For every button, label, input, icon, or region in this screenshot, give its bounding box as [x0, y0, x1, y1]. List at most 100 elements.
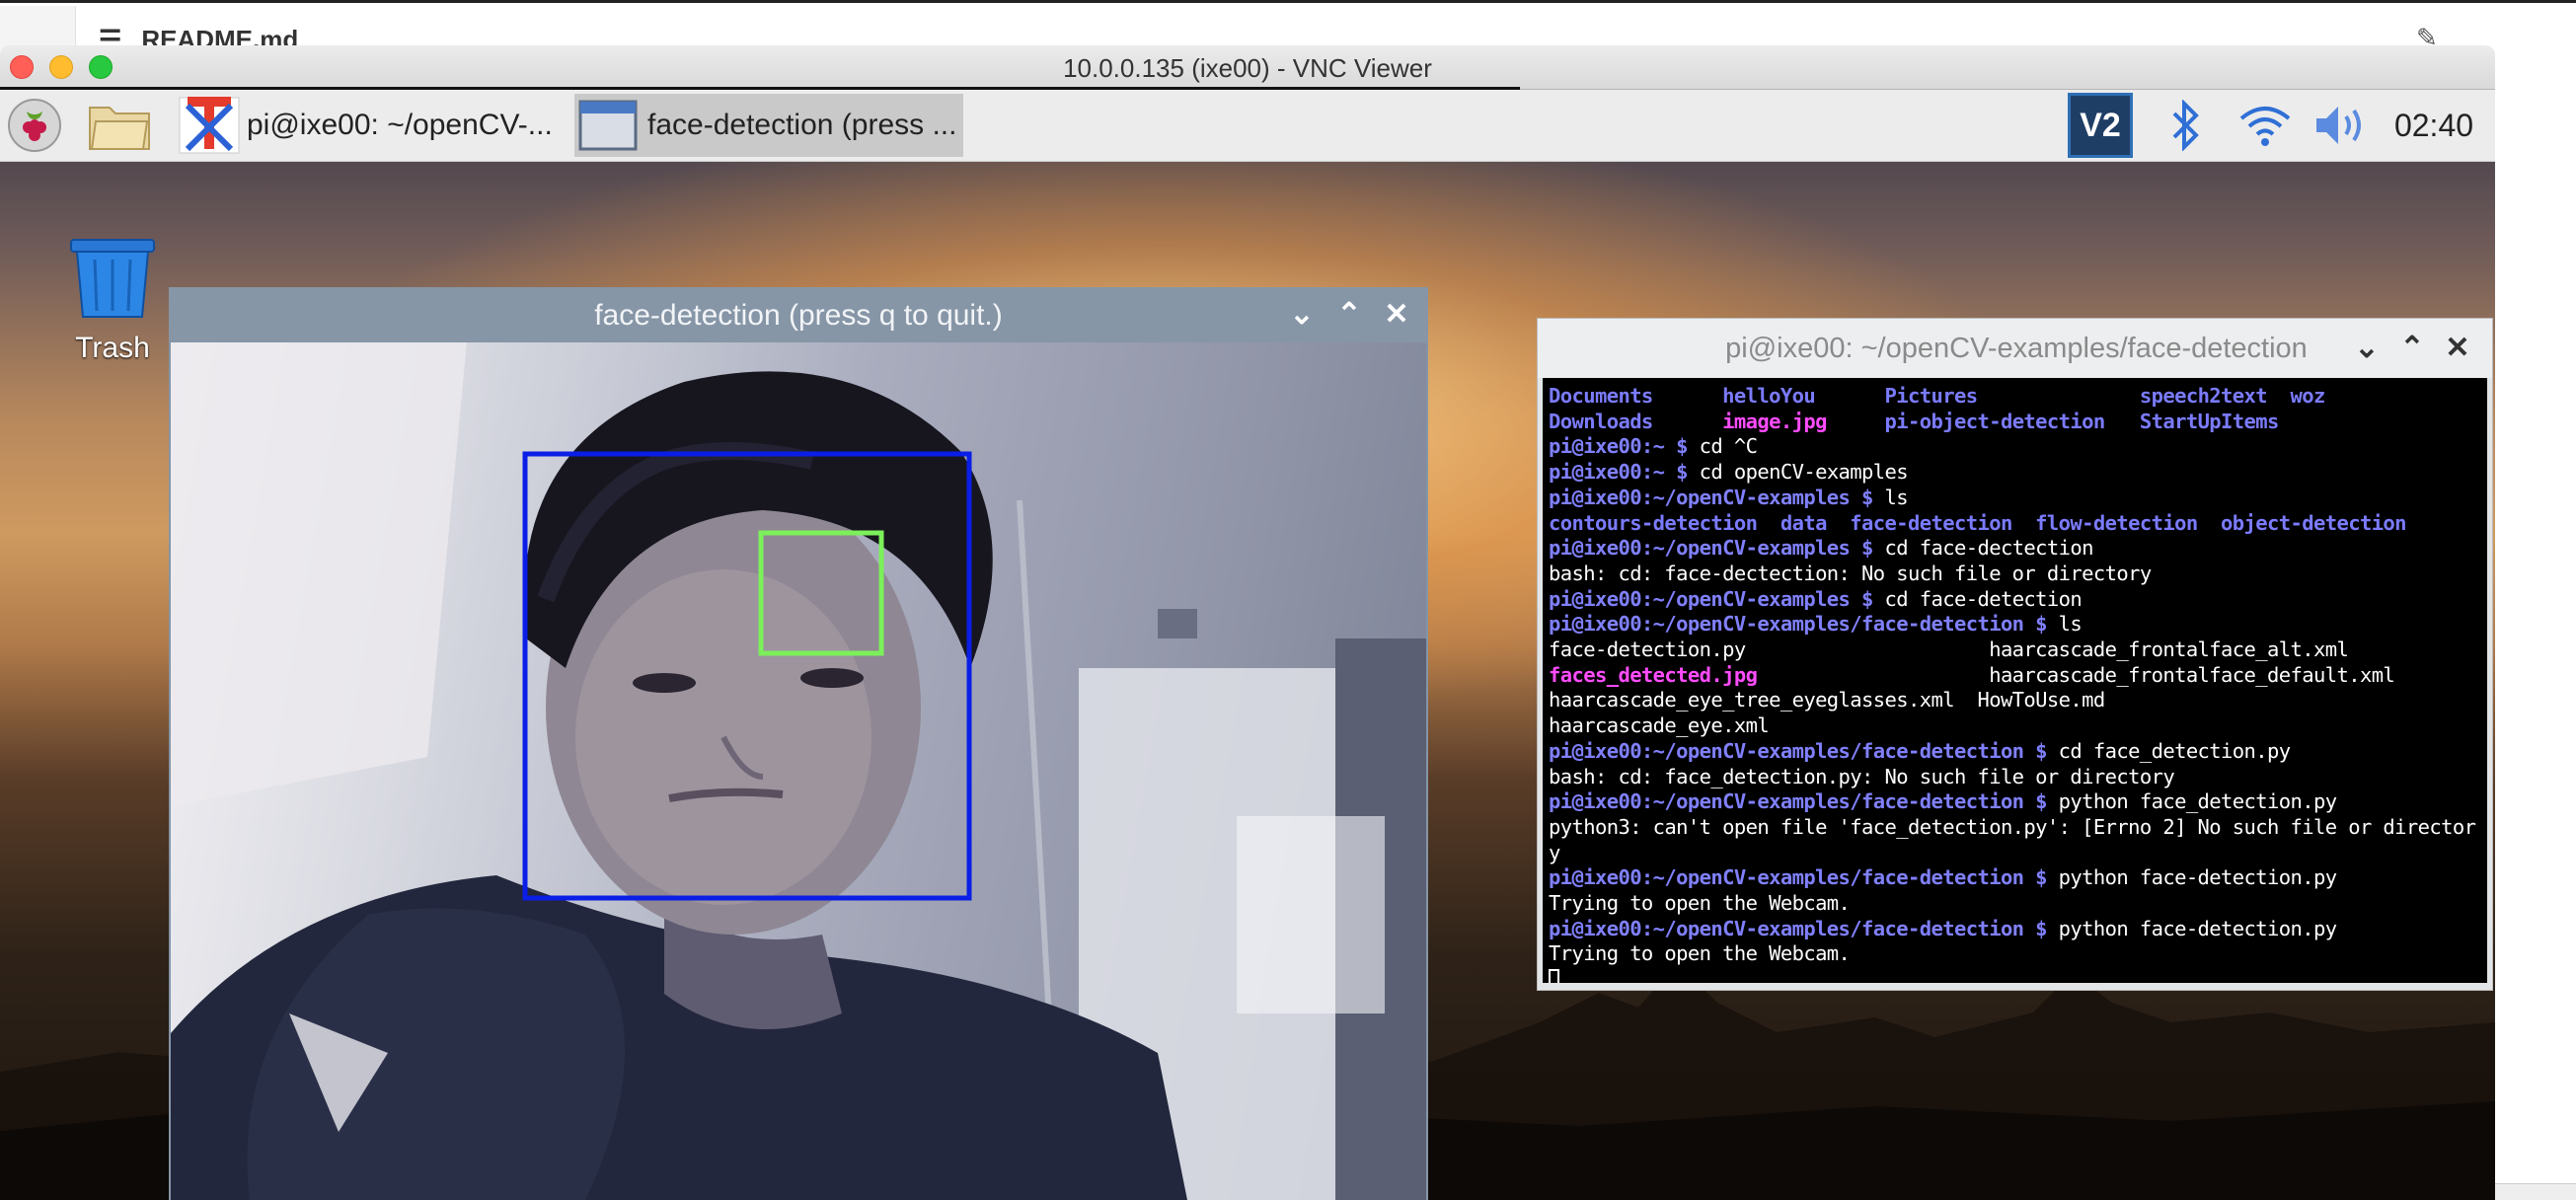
terminal-line: pi@ixe00:~/openCV-examples $ cd face-dec… [1549, 536, 2093, 560]
terminal-prompt: pi@ixe00:~/openCV-examples/face-detectio… [1549, 612, 2059, 637]
terminal-text-segment: haarcascade_eye_tree_eyeglasses.xml HowT… [1549, 688, 2105, 712]
terminal-line: pi@ixe00:~ $ cd ^C [1549, 434, 1758, 459]
terminal-app-icon [179, 97, 240, 154]
vnc-server-icon: V2 [2068, 93, 2133, 158]
terminal-text-segment: cd face_detection.py [2058, 738, 2291, 763]
terminal-line: bash: cd: face-dectection: No such file … [1549, 562, 2152, 585]
terminal-text-segment: speech2text [2139, 384, 2291, 408]
terminal-prompt: pi@ixe00:~/openCV-examples/face-detectio… [1549, 865, 2059, 890]
webcam-feed [171, 342, 1426, 1200]
terminal-line: pi@ixe00:~/openCV-examples/face-detectio… [1549, 612, 2083, 637]
terminal-line: pi@ixe00:~/openCV-examples/face-detectio… [1549, 865, 2337, 890]
terminal-text-segment: cd ^C [1699, 434, 1758, 459]
remote-desktop: pi@ixe00: ~/openCV-... face-detection (p… [0, 90, 2495, 1200]
terminal-text-segment: face-detection [1850, 510, 2036, 535]
bluetooth-icon [2172, 100, 2199, 151]
taskbar-item-terminal-label: pi@ixe00: ~/openCV-... [247, 109, 553, 141]
terminal-line: bash: cd: face_detection.py: No such fil… [1549, 764, 2175, 788]
terminal-text-segment: Documents [1549, 384, 1723, 408]
terminal-text-segment: python face-detection.py [2058, 916, 2337, 940]
terminal-line: Trying to open the Webcam. [1549, 891, 1851, 916]
wifi-tray-button[interactable] [2233, 90, 2298, 161]
terminal-text-segment: StartUpItems [2139, 409, 2280, 433]
clock[interactable]: 02:40 [2387, 90, 2481, 161]
terminal-text-segment: ls [1884, 485, 1909, 509]
vnc-window-title: 10.0.0.135 (ixe00) - VNC Viewer [1063, 53, 1432, 83]
file-manager-button[interactable] [85, 94, 154, 157]
window-app-icon [578, 100, 638, 151]
terminal-text-segment: haarcascade_frontalface_default.xml [1757, 662, 2395, 687]
terminal-text-segment: haarcascade_eye.xml [1549, 713, 1770, 738]
terminal-text: Documents helloYou Pictures speech2text … [1543, 378, 2487, 983]
terminal-text-segment: Pictures [1884, 384, 2140, 408]
minimize-icon[interactable]: ⌄ [1286, 299, 1318, 331]
wifi-icon [2239, 107, 2291, 146]
face-detection-title-bar[interactable]: face-detection (press q to quit.) ⌄ ⌃ ✕ [169, 287, 1428, 342]
terminal-text-segment: woz [2290, 384, 2326, 408]
terminal-prompt: pi@ixe00:~ $ [1549, 434, 1700, 459]
terminal-text-segment: cd face-dectection [1884, 536, 2094, 561]
webcam-image [171, 342, 1426, 1200]
terminal-title-bar[interactable]: pi@ixe00: ~/openCV-examples/face-detecti… [1538, 319, 2492, 378]
vnc-server-tray-button[interactable]: V2 [2065, 90, 2136, 161]
vnc-badge-text: V2 [2080, 106, 2121, 144]
face-detection-title: face-detection (press q to quit.) [594, 299, 1003, 332]
terminal-cursor [1549, 969, 1559, 983]
trash-icon [70, 239, 155, 318]
taskbar-item-face-detection[interactable]: face-detection (press ... [574, 94, 963, 157]
terminal-prompt: pi@ixe00:~/openCV-examples/face-detectio… [1549, 738, 2059, 763]
taskbar-item-face-detection-label: face-detection (press ... [647, 109, 957, 141]
terminal-output[interactable]: Documents helloYou Pictures speech2text … [1543, 378, 2487, 983]
terminal-line: face-detection.py haarcascade_frontalfac… [1549, 638, 2349, 662]
terminal-text-segment: bash: cd: face-dectection: No such file … [1549, 561, 2152, 585]
terminal-text-segment: face-detection.py haarcascade_frontalfac… [1549, 638, 2349, 662]
terminal-line: y [1549, 841, 1560, 864]
terminal-text-segment: faces_detected.jpg [1549, 662, 1758, 687]
raspberry-menu-button[interactable] [4, 94, 65, 157]
terminal-text-segment: flow-detection [2035, 510, 2222, 535]
terminal-text-segment: helloYou [1722, 384, 1885, 408]
terminal-line: Documents helloYou Pictures speech2text … [1549, 384, 2325, 408]
host-scrollbar[interactable] [2495, 1183, 2576, 1200]
terminal-text-segment: Trying to open the Webcam. [1549, 891, 1851, 916]
maximize-icon[interactable]: ⌃ [1333, 299, 1365, 331]
folder-icon [89, 107, 150, 150]
terminal-prompt: pi@ixe00:~/openCV-examples/face-detectio… [1549, 789, 2059, 814]
terminal-line: pi@ixe00:~/openCV-examples/face-detectio… [1549, 739, 2291, 763]
terminal-line: python3: can't open file 'face_detection… [1549, 814, 2476, 839]
terminal-text-segment: cd openCV-examples [1699, 460, 1909, 485]
trash-label: Trash [75, 332, 150, 364]
terminal-line: Downloads image.jpg pi-object-detection … [1549, 410, 2279, 433]
trash-desktop-icon[interactable]: Trash [63, 236, 162, 365]
terminal-line: pi@ixe00:~/openCV-examples/face-detectio… [1549, 789, 2337, 814]
terminal-prompt: pi@ixe00:~/openCV-examples $ [1549, 586, 1885, 611]
face-detection-window: face-detection (press q to quit.) ⌄ ⌃ ✕ [169, 287, 1428, 1200]
terminal-text-segment: python3: can't open file 'face_detection… [1549, 814, 2476, 839]
volume-tray-button[interactable] [2310, 90, 2375, 161]
raspberry-pi-icon [8, 99, 61, 152]
terminal-prompt: pi@ixe00:~/openCV-examples $ [1549, 536, 1885, 561]
terminal-line: pi@ixe00:~ $ cd openCV-examples [1549, 460, 1909, 485]
terminal-text-segment: python face_detection.py [2058, 789, 2337, 814]
terminal-prompt: pi@ixe00:~/openCV-examples $ [1549, 485, 1885, 509]
taskbar-item-terminal[interactable]: pi@ixe00: ~/openCV-... [178, 94, 572, 157]
close-icon[interactable]: ✕ [2442, 333, 2473, 364]
close-icon[interactable]: ✕ [1381, 299, 1412, 331]
terminal-text-segment: data [1780, 510, 1851, 535]
terminal-text-segment: python face-detection.py [2058, 865, 2337, 890]
terminal-text-segment: bash: cd: face_detection.py: No such fil… [1549, 764, 2175, 788]
terminal-line: pi@ixe00:~/openCV-examples $ cd face-det… [1549, 586, 2083, 611]
terminal-line: faces_detected.jpg haarcascade_frontalfa… [1549, 662, 2395, 687]
minimize-icon[interactable]: ⌄ [2351, 333, 2383, 364]
terminal-line: pi@ixe00:~/openCV-examples $ ls [1549, 485, 1909, 509]
terminal-text-segment: image.jpg [1722, 409, 1885, 433]
terminal-text-segment: pi-object-detection [1884, 409, 2140, 433]
volume-icon [2316, 107, 2361, 144]
vnc-title-bar[interactable]: 10.0.0.135 (ixe00) - VNC Viewer [0, 45, 2495, 90]
terminal-line: contours-detection data face-detection f… [1549, 510, 2407, 535]
terminal-prompt: pi@ixe00:~/openCV-examples/face-detectio… [1549, 916, 2059, 940]
maximize-icon[interactable]: ⌃ [2396, 333, 2428, 364]
bluetooth-tray-button[interactable] [2158, 90, 2213, 161]
terminal-line: Trying to open the Webcam. [1549, 941, 1851, 965]
terminal-text-segment: y [1549, 840, 1560, 864]
